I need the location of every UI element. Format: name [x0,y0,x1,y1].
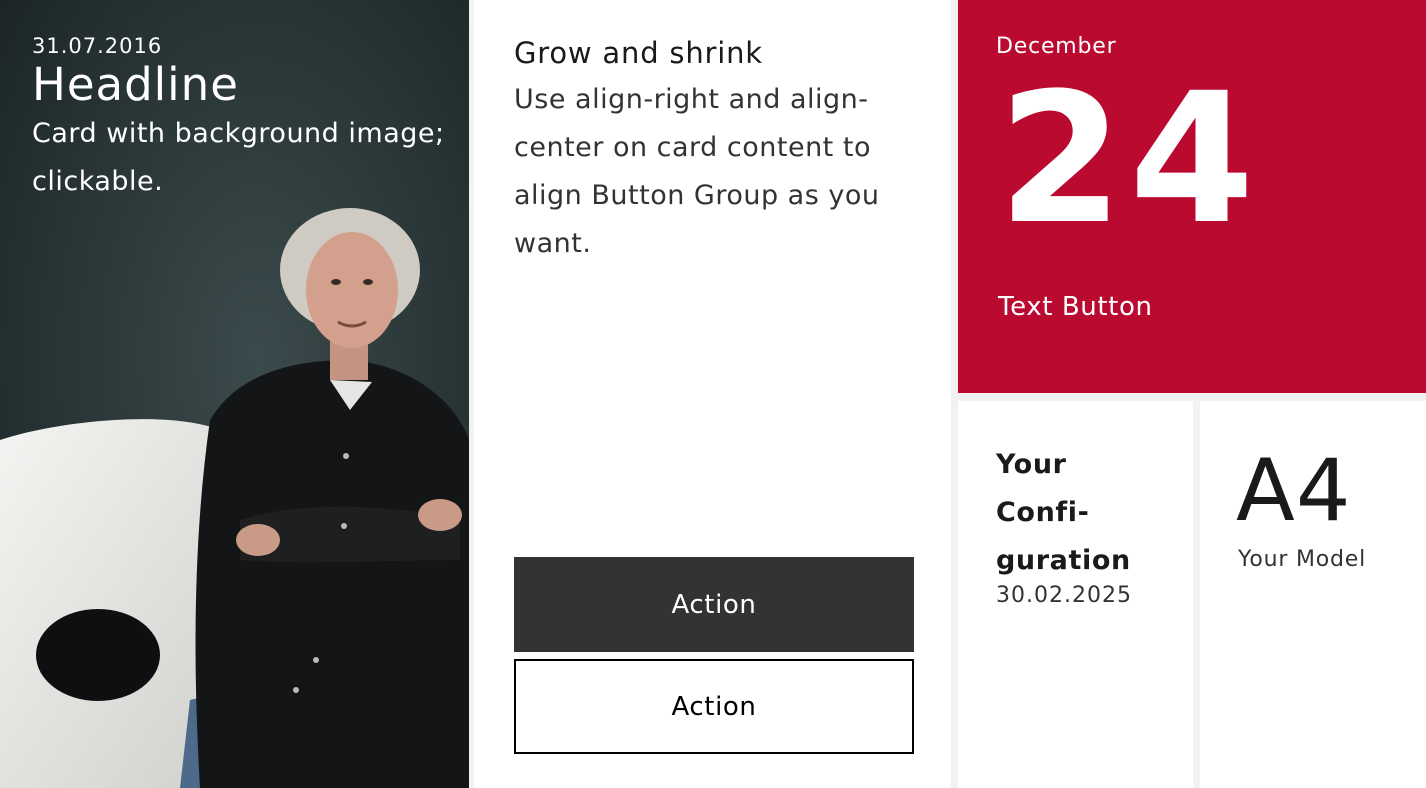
image-card-date: 31.07.2016 [32,34,163,58]
image-card-content: 31.07.2016 Headline Card with background… [32,32,449,206]
model-name: A4 [1236,441,1352,541]
configuration-date: 30.02.2025 [996,583,1132,608]
text-button[interactable]: Text Button [998,292,1153,322]
grow-shrink-title: Grow and shrink [514,36,763,70]
date-card-day: 24 [998,55,1261,264]
image-card-description: Card with background image; clickable. [32,118,445,197]
grow-shrink-card: Grow and shrink Use align-right and alig… [474,0,951,788]
grow-shrink-body: Use align-right and align-center on card… [514,84,880,259]
configuration-card: Your Confi-guration 30.02.2025 [958,401,1193,788]
secondary-action-button[interactable]: Action [514,659,914,754]
primary-action-button[interactable]: Action [514,557,914,652]
configuration-title: Your Confi-guration [996,449,1131,576]
image-card-headline: Headline [32,58,239,111]
card-grid: 31.07.2016 Headline Card with background… [0,0,1426,788]
date-card: December 24 Text Button [958,0,1426,393]
background-image-card[interactable]: 31.07.2016 Headline Card with background… [0,0,469,788]
model-label: Your Model [1238,547,1367,572]
model-card: A4 Your Model [1200,401,1426,788]
